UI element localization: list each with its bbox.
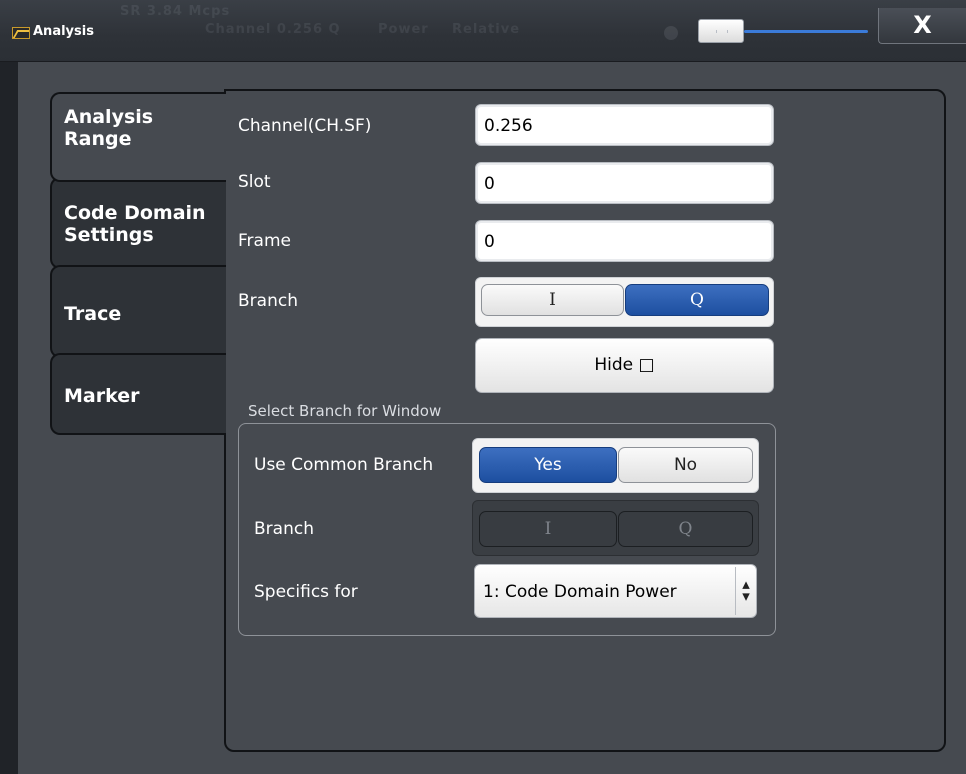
tab-label: Analysis	[64, 106, 154, 128]
window-title: Analysis	[33, 24, 94, 39]
specifics-for-value: 1: Code Domain Power	[483, 582, 677, 602]
tab-marker[interactable]: Marker	[50, 353, 226, 435]
tab-label: Marker	[64, 385, 140, 407]
tab-analysis-range[interactable]: Analysis Range	[50, 92, 226, 182]
frame-input[interactable]: 0	[475, 220, 774, 262]
tab-label: Trace	[64, 303, 122, 325]
tab-label: Code Domain	[64, 202, 206, 224]
window-branch-label: Branch	[254, 519, 314, 539]
use-common-branch-yes[interactable]: Yes	[479, 447, 617, 483]
slot-input[interactable]: 0	[475, 162, 774, 204]
background-ghost-text: Relative	[452, 22, 521, 37]
window-branch-option-q: Q	[618, 511, 753, 547]
background-ghost-text: Power	[378, 22, 429, 37]
specifics-for-label: Specifics for	[254, 582, 358, 602]
left-edge	[0, 62, 18, 774]
analysis-app-icon	[12, 27, 30, 39]
channel-input[interactable]: 0.256	[475, 104, 774, 146]
branch-label: Branch	[238, 291, 298, 311]
branch-toggle: I Q	[475, 277, 774, 327]
window-branch-option-i: I	[479, 511, 617, 547]
background-ghost-icon	[664, 26, 678, 40]
use-common-branch-label: Use Common Branch	[254, 455, 434, 475]
transparency-slider-handle[interactable]	[698, 19, 744, 43]
transparency-slider-track[interactable]	[744, 30, 868, 33]
hide-button[interactable]: Hide □	[475, 338, 774, 393]
group-title: Select Branch for Window	[246, 402, 444, 420]
close-button[interactable]: X	[878, 8, 966, 44]
title-bar: SR 3.84 Mcps Channel 0.256 Q Power Relat…	[0, 0, 966, 62]
tab-label: Range	[64, 128, 132, 150]
slot-label: Slot	[238, 172, 271, 192]
background-ghost-text: Channel 0.256 Q	[205, 22, 341, 37]
tab-trace[interactable]: Trace	[50, 265, 226, 358]
dropdown-separator	[735, 567, 736, 615]
tab-label: Settings	[64, 224, 154, 246]
close-icon: X	[913, 11, 932, 39]
use-common-branch-toggle: Yes No	[472, 438, 759, 493]
tab-code-domain-settings[interactable]: Code Domain Settings	[50, 177, 226, 269]
up-down-chevron-icon: ▴ ▾	[742, 575, 750, 605]
branch-option-q[interactable]: Q	[625, 284, 769, 316]
branch-option-i[interactable]: I	[481, 284, 624, 316]
channel-label: Channel(CH.SF)	[238, 116, 372, 136]
use-common-branch-no[interactable]: No	[618, 447, 753, 483]
frame-label: Frame	[238, 231, 291, 251]
window-branch-toggle: I Q	[472, 500, 759, 556]
specifics-for-select[interactable]: 1: Code Domain Power ▴ ▾	[474, 564, 757, 618]
background-ghost-text: SR 3.84 Mcps	[120, 4, 231, 19]
